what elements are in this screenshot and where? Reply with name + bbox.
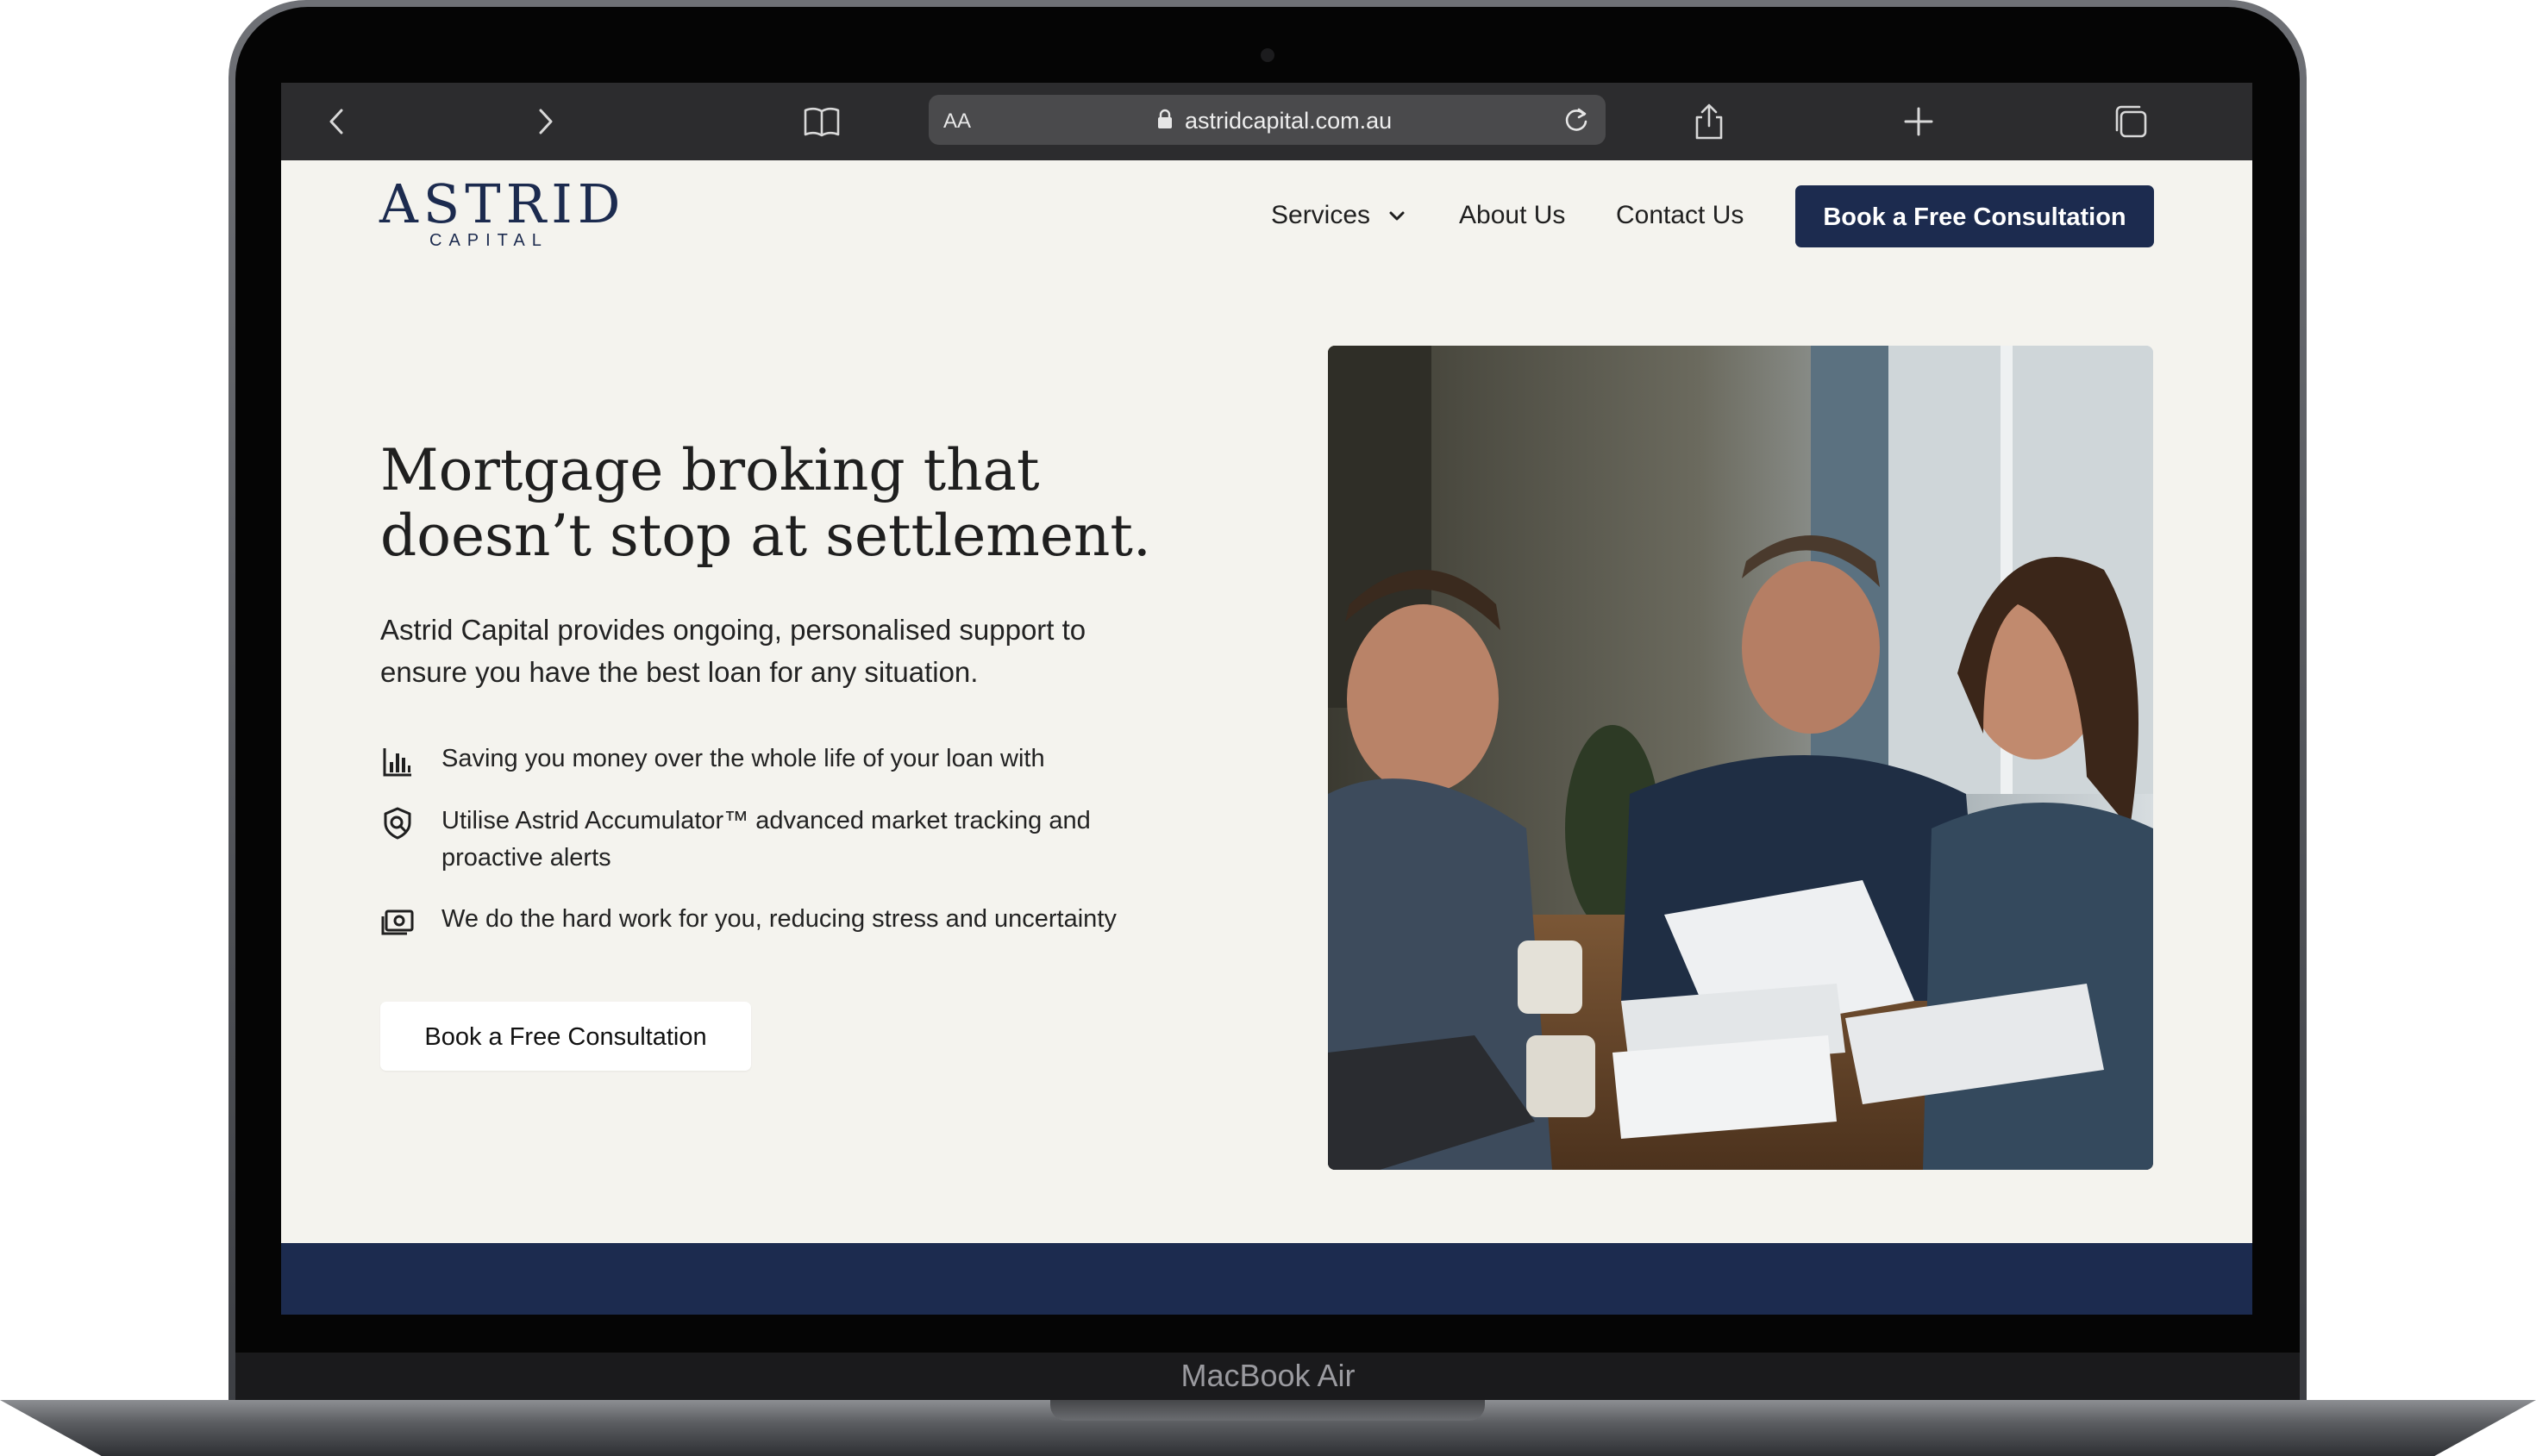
screen: AA astridcapital.com.au ASTRID CAPITAL S… <box>281 83 2252 1315</box>
browser-toolbar: AA astridcapital.com.au <box>281 83 2252 160</box>
text-size-button[interactable]: AA <box>943 109 971 134</box>
lock-icon <box>1158 109 1172 128</box>
nav-about[interactable]: About Us <box>1459 201 1565 230</box>
header-book-consultation-button[interactable]: Book a Free Consultation <box>1795 185 2154 247</box>
feature-text: We do the hard work for you, reducing st… <box>441 905 1117 933</box>
footer-band <box>281 1243 2252 1315</box>
hero-title-line1: Mortgage broking that <box>380 437 1040 503</box>
shield-search-icon <box>380 806 415 840</box>
logo-wordmark[interactable]: ASTRID <box>379 178 625 231</box>
cash-icon <box>380 903 415 938</box>
tabs-icon[interactable] <box>2111 102 2151 141</box>
camera <box>1261 48 1274 62</box>
chevron-down-icon[interactable] <box>1387 206 1407 227</box>
hero-title-line2: doesn’t stop at settlement. <box>380 503 1151 569</box>
address-bar[interactable]: AA astridcapital.com.au <box>929 95 1606 145</box>
feature-text: Utilise Astrid Accumulator™ advanced mar… <box>441 807 1091 872</box>
feature-text: Saving you money over the whole life of … <box>441 745 1045 772</box>
url-text: astridcapital.com.au <box>1185 108 1393 134</box>
hero-title: Mortgage broking that doesn’t stop at se… <box>380 438 1225 569</box>
back-icon[interactable] <box>317 102 357 141</box>
share-icon[interactable] <box>1689 102 1729 141</box>
forward-icon[interactable] <box>525 102 565 141</box>
laptop-hinge-notch <box>1050 1400 1485 1421</box>
hero-book-consultation-button[interactable]: Book a Free Consultation <box>380 1002 751 1071</box>
nav-services[interactable]: Services <box>1271 201 1370 230</box>
new-tab-icon[interactable] <box>1899 102 1938 141</box>
nav-contact[interactable]: Contact Us <box>1616 201 1744 230</box>
reload-icon[interactable] <box>1561 104 1592 135</box>
bookmarks-icon[interactable] <box>802 102 842 141</box>
hero-subtitle: Astrid Capital provides ongoing, persona… <box>380 614 1086 688</box>
bar-chart-icon <box>380 745 415 779</box>
logo-tagline: CAPITAL <box>429 231 548 250</box>
device-label: MacBook Air <box>1180 1358 1356 1393</box>
three-people-reviewing-documents-photo <box>1328 346 2153 1170</box>
